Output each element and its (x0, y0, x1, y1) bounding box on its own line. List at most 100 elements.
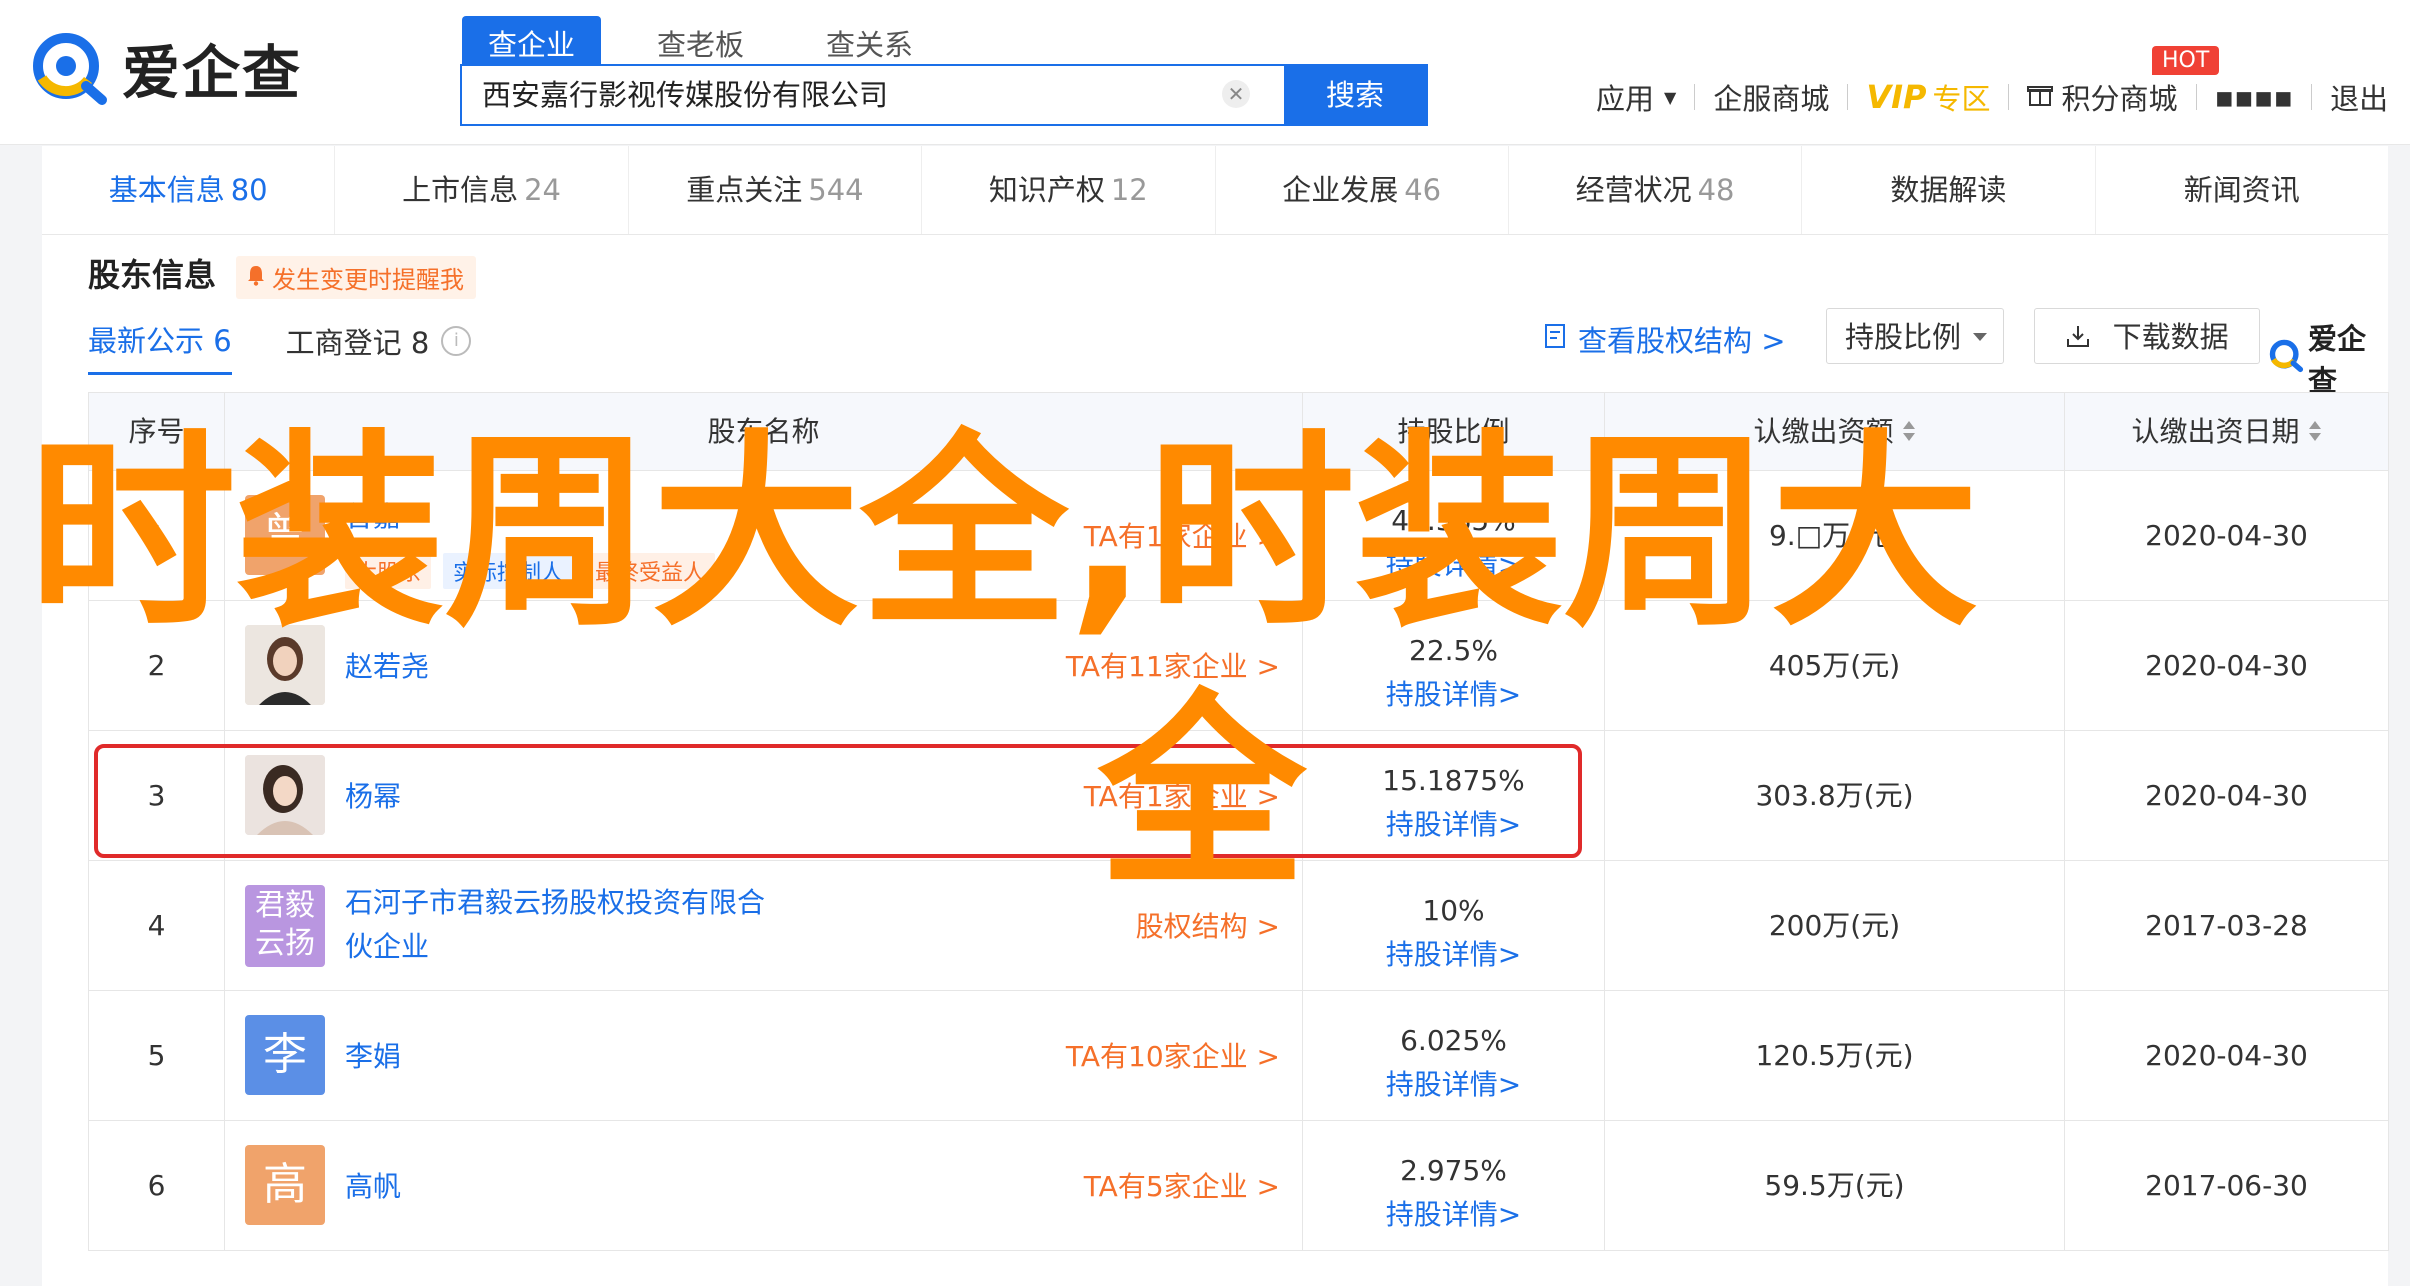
tab-listing-info[interactable]: 上市信息 24 (335, 146, 629, 234)
shareholder-cell: 李 李娟 TA有10家企业 > (225, 991, 1303, 1121)
shareholder-cell: 高 高帆 TA有5家企业 > (225, 1121, 1303, 1251)
ratio-value: 10% (1422, 894, 1485, 927)
ratio-cell: 2.975% 持股详情> (1303, 1121, 1605, 1251)
clear-icon[interactable]: ✕ (1222, 80, 1250, 108)
mini-logo-icon (2268, 337, 2304, 380)
search-tab-company[interactable]: 查企业 (462, 16, 602, 70)
th-date-label: 认缴出资日期 (2131, 415, 2300, 448)
search-tab-relation[interactable]: 查关系 (800, 16, 939, 70)
search-button[interactable]: 搜索 (1284, 66, 1426, 124)
tab-label: 知识产权 (988, 173, 1105, 207)
date-cell: 2017-03-28 (2065, 861, 2389, 991)
equity-link-label: 查看股权结构 > (1578, 324, 1786, 358)
ratio-dropdown[interactable]: 持股比例 (1826, 308, 2004, 364)
caret-down-icon (1973, 333, 1987, 341)
holding-detail-link[interactable]: 持股详情> (1303, 1063, 1604, 1107)
tab-label: 上市信息 (402, 173, 519, 207)
shareholder-name[interactable]: 石河子市君毅云扬股权投资有限合伙企业 (345, 881, 785, 969)
holding-detail-link[interactable]: 持股详情> (1303, 933, 1604, 977)
nav-points-mall[interactable]: 积分商城 (2061, 76, 2177, 118)
avatar: 君毅 云扬 (245, 885, 325, 967)
ratio-dropdown-label: 持股比例 (1845, 320, 1962, 354)
shareholder-subtabs: 最新公示 6 工商登记 8 i (88, 318, 525, 375)
date-cell: 2020-04-30 (2065, 991, 2389, 1121)
ratio-value: 6.025% (1400, 1024, 1507, 1057)
alert-label: 发生变更时提醒我 (272, 266, 464, 294)
tab-label: 经营状况 (1575, 173, 1692, 207)
tab-count: 12 (1110, 173, 1148, 207)
ratio-cell: 6.025% 持股详情> (1303, 991, 1605, 1121)
section-title: 股东信息 (88, 256, 217, 294)
amount-cell: 303.8万(元) (1605, 731, 2065, 861)
divider (2008, 84, 2010, 110)
tab-data-insight[interactable]: 数据解读 (1802, 146, 2096, 234)
ratio-cell: 10% 持股详情> (1303, 861, 1605, 991)
shareholder-name[interactable]: 李娟 (345, 1035, 401, 1075)
amount-cell: 59.5万(元) (1605, 1121, 2065, 1251)
date-cell: 2020-04-30 (2065, 601, 2389, 731)
divider (1847, 84, 1849, 110)
date-cell: 2020-04-30 (2065, 731, 2389, 861)
gift-icon (2027, 80, 2054, 114)
tab-label: 企业发展 (1282, 173, 1399, 207)
th-date[interactable]: 认缴出资日期 (2065, 393, 2389, 471)
tab-news[interactable]: 新闻资讯 (2096, 146, 2388, 234)
vip-label[interactable]: VIP (1866, 78, 1926, 116)
subtab-latest[interactable]: 最新公示 6 (88, 318, 232, 375)
search-input[interactable]: 西安嘉行影视传媒股份有限公司 (482, 66, 888, 124)
aiqicha-logo[interactable]: 爱企查 (30, 26, 302, 110)
ta-companies-link[interactable]: TA有5家企业 > (1084, 1165, 1280, 1205)
subtab-registry[interactable]: 工商登记 8 i (286, 320, 472, 374)
tab-label: 重点关注 (686, 173, 803, 207)
row-index: 4 (89, 861, 225, 991)
tab-development[interactable]: 企业发展 46 (1216, 146, 1509, 234)
structure-icon (1544, 322, 1568, 356)
tab-count: 24 (524, 173, 562, 207)
download-label: 下载数据 (2112, 320, 2229, 354)
bell-icon (246, 264, 266, 292)
tab-count: 46 (1404, 173, 1442, 207)
download-icon (2065, 322, 2100, 356)
ratio-value: 2.975% (1400, 1154, 1507, 1187)
nav-logout[interactable]: 退出 (2330, 76, 2388, 118)
nav-service-mall[interactable]: 企服商城 (1713, 76, 1829, 118)
search-box: 西安嘉行影视传媒股份有限公司 ✕ 搜索 (460, 64, 1428, 126)
shareholder-name[interactable]: 高帆 (345, 1165, 401, 1205)
holding-detail-link[interactable]: 持股详情> (1303, 673, 1604, 717)
search-tab-boss[interactable]: 查老板 (631, 16, 770, 70)
tab-count: 544 (808, 173, 864, 207)
table-row: 5 李 李娟 TA有10家企业 > 6.025% 持股详情> 120.5万(元)… (89, 991, 2389, 1121)
top-nav: 应用 ▼ 企服商城 VIP 专区 积分商城 ▪▪▪▪ 退出 (1596, 76, 2388, 118)
change-alert-button[interactable]: 发生变更时提醒我 (236, 256, 476, 299)
nav-apps[interactable]: 应用 (1596, 76, 1654, 118)
ta-companies-link[interactable]: TA有10家企业 > (1066, 1035, 1280, 1075)
nav-user[interactable]: ▪▪▪▪ (2215, 80, 2294, 114)
logo-text: 爱企查 (122, 39, 303, 107)
divider (2195, 84, 2197, 110)
date-cell: 2020-04-30 (2065, 471, 2389, 601)
sort-icon[interactable] (2308, 394, 2322, 472)
tab-label: 新闻资讯 (2183, 173, 2300, 207)
amount-cell: 200万(元) (1605, 861, 2065, 991)
overlay-title-line2: 全 (1098, 673, 1306, 915)
mini-logo: 爱企查 (2268, 316, 2388, 400)
avatar: 高 (245, 1145, 325, 1225)
tab-ip[interactable]: 知识产权 12 (922, 146, 1216, 234)
table-row: 6 高 高帆 TA有5家企业 > 2.975% 持股详情> 59.5万(元) 2… (89, 1121, 2389, 1251)
info-icon[interactable]: i (441, 325, 472, 356)
divider (1694, 84, 1696, 110)
tab-count: 80 (230, 173, 268, 207)
date-cell: 2017-06-30 (2065, 1121, 2389, 1251)
tab-label: 数据解读 (1890, 173, 2007, 207)
vip-area-label[interactable]: 专区 (1932, 76, 1990, 118)
row-index: 6 (89, 1121, 225, 1251)
tab-operations[interactable]: 经营状况 48 (1509, 146, 1803, 234)
tab-key-focus[interactable]: 重点关注 544 (629, 146, 923, 234)
hot-badge: HOT (2152, 46, 2220, 75)
holding-detail-link[interactable]: 持股详情> (1303, 1193, 1604, 1237)
download-button[interactable]: 下载数据 (2034, 308, 2260, 364)
tab-basic-info[interactable]: 基本信息 80 (42, 146, 336, 234)
logo-magnifier-icon (30, 28, 110, 108)
view-equity-structure-link[interactable]: 查看股权结构 > (1544, 318, 1786, 360)
subtab-registry-label: 工商登记 8 (285, 325, 430, 360)
